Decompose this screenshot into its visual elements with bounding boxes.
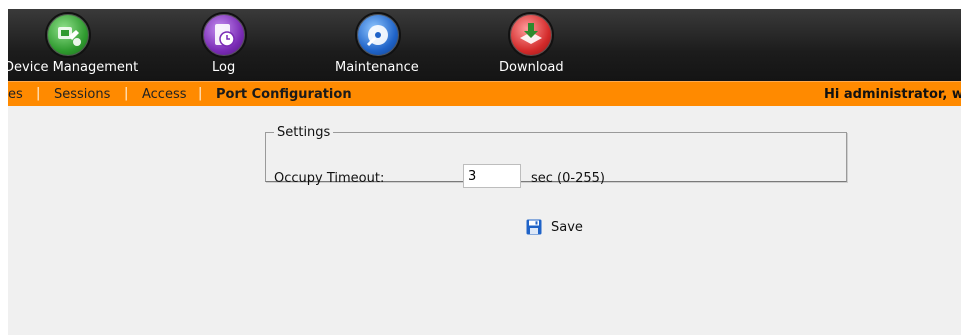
main-content: Settings Occupy Timeout: sec (0-255) Sav… <box>8 106 961 335</box>
toolbar-device-management[interactable]: Device Management <box>4 9 138 81</box>
nav-item-port-configuration[interactable]: Port Configuration <box>216 87 352 102</box>
sub-navigation: es | Sessions | Access | Port Configurat… <box>8 81 961 107</box>
toolbar-label: Log <box>212 60 236 75</box>
occupy-timeout-unit: sec (0-255) <box>531 171 605 186</box>
nav-item-access[interactable]: Access <box>142 87 187 102</box>
nav-item-partial[interactable]: es <box>8 87 23 102</box>
settings-legend: Settings <box>277 125 331 140</box>
occupy-timeout-label: Occupy Timeout: <box>274 171 385 186</box>
toolbar-log[interactable]: Log <box>194 9 254 81</box>
toolbar-download[interactable]: Download <box>498 9 568 81</box>
nav-item-sessions[interactable]: Sessions <box>54 87 110 102</box>
save-button[interactable]: Save <box>526 217 583 237</box>
floppy-disk-icon <box>526 219 542 235</box>
toolbar-label: Device Management <box>4 60 139 75</box>
log-icon <box>201 12 247 58</box>
toolbar-label: Maintenance <box>335 60 419 75</box>
download-icon <box>508 12 554 58</box>
user-greeting: Hi administrator, w <box>824 87 961 102</box>
occupy-timeout-input[interactable] <box>463 164 521 188</box>
nav-separator: | <box>198 86 203 101</box>
save-label: Save <box>551 219 583 235</box>
toolbar-maintenance[interactable]: Maintenance <box>334 9 424 81</box>
nav-separator: | <box>124 86 129 101</box>
settings-group: Settings Occupy Timeout: sec (0-255) <box>265 125 847 188</box>
maintenance-icon <box>355 12 401 58</box>
device-management-icon <box>45 12 91 58</box>
toolbar-label: Download <box>499 60 564 75</box>
main-toolbar: Device Management Log Maintenance Downlo… <box>4 9 961 81</box>
nav-separator: | <box>36 86 41 101</box>
